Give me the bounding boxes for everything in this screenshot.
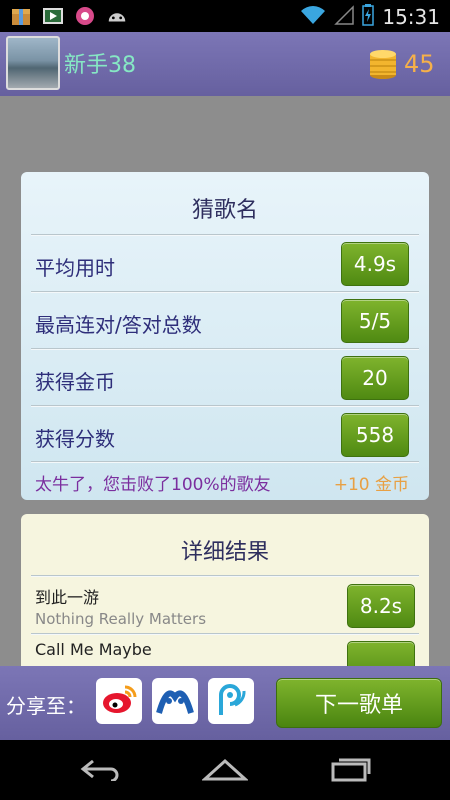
detail-card: 详细结果 到此一游 Nothing Really Matters 8.2s Ca… [21, 514, 429, 666]
divider [31, 234, 419, 236]
bonus-coins: +10 金币 [333, 475, 409, 495]
stat-value-coins: 20 [341, 356, 409, 400]
stat-value-score: 558 [341, 413, 409, 457]
stat-label-coins: 获得金币 [35, 370, 115, 394]
wifi-icon [300, 5, 326, 29]
clock: 15:31 [382, 5, 440, 29]
status-bar: 15:31 [0, 0, 450, 32]
song-title: Call Me Maybe [35, 640, 152, 659]
renren-share-button[interactable] [152, 678, 198, 724]
recent-apps-button[interactable] [326, 756, 376, 786]
signal-icon [334, 5, 355, 29]
stat-label-avg-time: 平均用时 [35, 256, 115, 280]
main-content: 猜歌名 平均用时 4.9s 最高连对/答对总数 5/5 获得金币 20 获得分数… [0, 96, 450, 666]
header: 新手38 45 [0, 32, 450, 96]
weibo-icon [99, 679, 139, 723]
stat-label-score: 获得分数 [35, 427, 115, 451]
divider [31, 461, 419, 463]
stat-label-streak: 最高连对/答对总数 [35, 313, 202, 337]
next-playlist-button[interactable]: 下一歌单 [276, 678, 442, 728]
result-card: 猜歌名 平均用时 4.9s 最高连对/答对总数 5/5 获得金币 20 获得分数… [21, 172, 429, 500]
flower-icon [74, 6, 96, 26]
divider [31, 348, 419, 350]
divider [31, 291, 419, 293]
qq-weibo-share-button[interactable] [208, 678, 254, 724]
username: 新手38 [64, 53, 136, 78]
stat-value-avg-time: 4.9s [341, 242, 409, 286]
divider [31, 575, 419, 577]
home-button[interactable] [200, 756, 250, 786]
notification-icons [10, 6, 128, 26]
song-time: 8.2s [347, 584, 415, 628]
renren-icon [155, 679, 195, 723]
song-time [347, 641, 415, 666]
share-label: 分享至： [6, 694, 86, 718]
rank-message: 太牛了，您击败了100%的歌友 [35, 475, 271, 495]
result-card-title: 猜歌名 [191, 198, 258, 223]
package-icon [10, 6, 32, 26]
share-bar: 分享至： 下一歌单 [0, 666, 450, 740]
video-icon [42, 6, 64, 26]
recent-apps-icon [329, 756, 373, 786]
stat-value-streak: 5/5 [341, 299, 409, 343]
divider [31, 405, 419, 407]
back-button[interactable] [76, 756, 126, 786]
android-icon [106, 6, 128, 26]
home-icon [201, 757, 249, 785]
qq-weibo-icon [211, 679, 251, 723]
navigation-bar [0, 740, 450, 800]
weibo-share-button[interactable] [96, 678, 142, 724]
back-icon [79, 757, 123, 785]
coin-count: 45 [404, 50, 435, 78]
battery-icon [362, 4, 375, 30]
divider [31, 633, 419, 635]
detail-card-title: 详细结果 [180, 540, 269, 565]
song-title: 到此一游 [35, 588, 100, 607]
song-artist: Nothing Really Matters [35, 610, 207, 628]
avatar[interactable] [6, 36, 60, 90]
coin-stack-icon [368, 46, 398, 80]
